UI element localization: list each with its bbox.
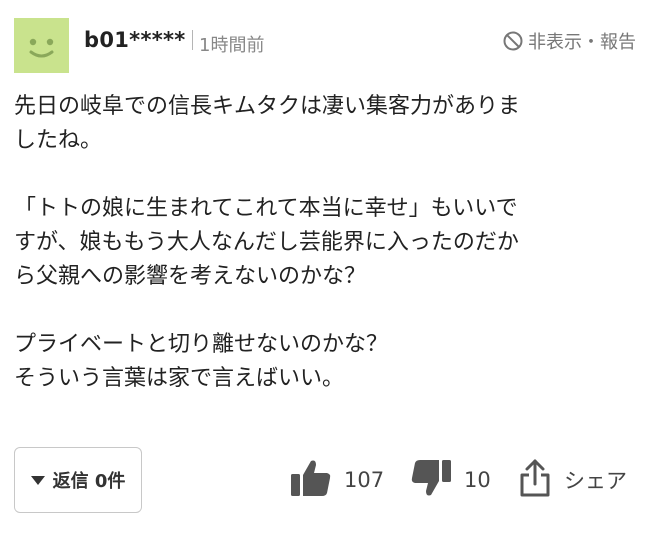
comment-line: ら父親への影響を考えないのかな？ [14, 264, 367, 289]
reply-label: 返信 0件 [52, 471, 126, 492]
hide-report-label: 非表示・報告 [528, 32, 636, 53]
dislike-button[interactable]: 10 [410, 457, 491, 503]
divider [192, 30, 193, 50]
like-button[interactable]: 107 [290, 457, 384, 503]
comment-line: プライベートと切り離せないのかな？ [14, 332, 389, 357]
ban-icon [502, 30, 524, 52]
share-button[interactable]: シェア [518, 457, 627, 503]
dislike-count: 10 [464, 468, 491, 492]
timestamp: 1時間前 [199, 35, 265, 56]
thumbs-down-icon [410, 458, 452, 502]
comment-header: b01***** 1時間前 非表示・報告 [14, 18, 636, 78]
hide-report-link[interactable]: 非表示・報告 [502, 28, 636, 54]
username[interactable]: b01***** [84, 28, 186, 52]
comment-body: 先日の岐阜での信長キムタクは凄い集客力がありま したね。 「トトの娘に生まれてこ… [14, 90, 639, 396]
avatar[interactable] [14, 18, 69, 73]
reply-button[interactable]: 返信 0件 [14, 447, 142, 513]
comment-line: 「トトの娘に生まれてこれて本当に幸せ」もいいで [14, 196, 518, 221]
share-icon [518, 458, 552, 502]
comment-line: 先日の岐阜での信長キムタクは凄い集客力がありま [14, 94, 521, 119]
share-label: シェア [564, 469, 627, 493]
thumbs-up-icon [290, 458, 332, 502]
smiley-face-icon [29, 38, 54, 58]
comment-line: したね。 [14, 128, 103, 153]
like-count: 107 [344, 468, 385, 492]
comment-line: そういう言葉は家で言えばいい。 [14, 366, 345, 391]
comment-line: すが、娘ももう大人なんだし芸能界に入ったのだか [14, 230, 519, 255]
comment-card: b01***** 1時間前 非表示・報告 先日の岐阜での信長キムタクは凄い集客力… [0, 0, 650, 541]
triangle-down-icon [30, 475, 45, 485]
